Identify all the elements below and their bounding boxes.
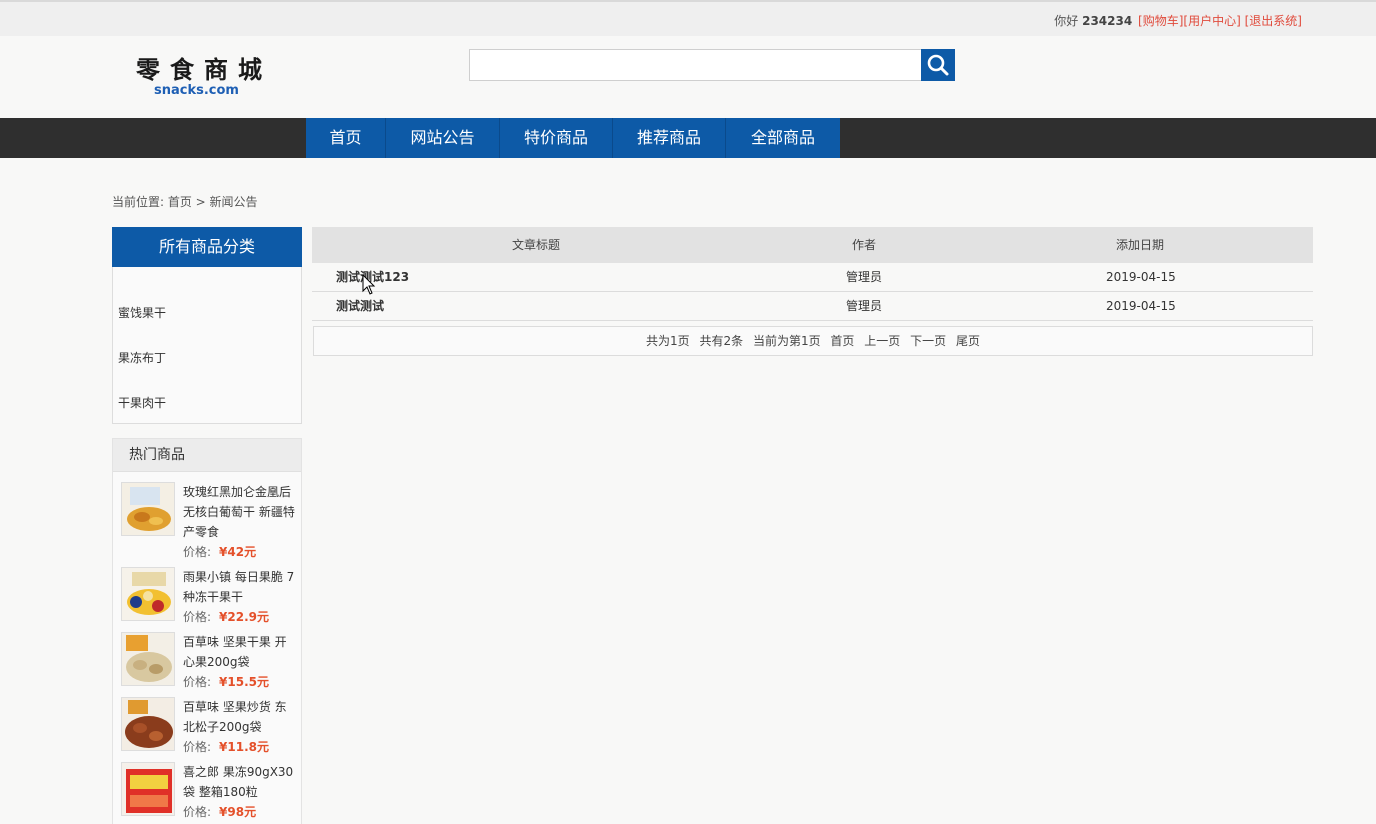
article-title-link[interactable]: 测试测试 (336, 292, 384, 321)
product-price: ¥11.8元 (219, 740, 270, 754)
search-icon (927, 54, 949, 76)
product-name[interactable]: 百草味 坚果炒货 东北松子200g袋 (183, 697, 297, 737)
product-thumbnail[interactable] (121, 762, 175, 816)
announcement-table: 文章标题 作者 添加日期 测试测试123 管理员 2019-04-15 测试测试… (312, 227, 1313, 321)
product-price: ¥15.5元 (219, 675, 270, 689)
price-label: 价格: (183, 805, 212, 819)
hot-product-item[interactable]: 百草味 坚果炒货 东北松子200g袋 价格: ¥11.8元 (121, 697, 297, 757)
category-item[interactable]: 果冻布丁 (118, 349, 166, 366)
hot-product-item[interactable]: 玫瑰红黑加仑金凰后无核白葡萄干 新疆特产零食 价格: ¥42元 (121, 482, 297, 559)
price-label: 价格: (183, 610, 212, 624)
price-label: 价格: (183, 675, 212, 689)
hot-product-item[interactable]: 喜之郎 果冻90gX30袋 整箱180粒 价格: ¥98元 (121, 762, 297, 822)
product-name[interactable]: 百草味 坚果干果 开心果200g袋 (183, 632, 297, 672)
product-name[interactable]: 喜之郎 果冻90gX30袋 整箱180粒 (183, 762, 297, 802)
category-item[interactable]: 蜜饯果干 (118, 304, 166, 321)
logout-link[interactable]: [退出系统] (1245, 14, 1302, 28)
article-author: 管理员 (846, 299, 883, 313)
top-bar: 你好 234234 [购物车][用户中心] [退出系统] (0, 0, 1376, 36)
mouse-cursor-icon (362, 274, 376, 295)
product-price: ¥42元 (219, 545, 257, 559)
nav-item-specials[interactable]: 特价商品 (500, 118, 613, 158)
breadcrumb: 当前位置: 首页 > 新闻公告 (112, 195, 258, 209)
site-logo[interactable]: 零食商城 snacks.com (136, 56, 276, 100)
article-date: 2019-04-15 (1106, 270, 1176, 284)
nav-item-all-products[interactable]: 全部商品 (726, 118, 840, 158)
user-center-link[interactable]: [用户中心] (1183, 14, 1240, 28)
hot-products-title: 热门商品 (113, 439, 301, 472)
product-thumbnail[interactable] (121, 632, 175, 686)
product-price: ¥22.9元 (219, 610, 270, 624)
column-header-date: 添加日期 (1116, 238, 1165, 252)
product-price: ¥98元 (219, 805, 257, 819)
pagination: 共为1页 共有2条 当前为第1页 首页 上一页 下一页 尾页 (313, 326, 1313, 356)
search-input[interactable] (469, 49, 921, 81)
total-pages: 共为1页 (646, 334, 690, 348)
product-name[interactable]: 雨果小镇 每日果脆 7种冻干果干 (183, 567, 297, 607)
search-button[interactable] (921, 49, 955, 81)
category-panel-title: 所有商品分类 (112, 227, 302, 267)
product-thumbnail[interactable] (121, 567, 175, 621)
category-item[interactable]: 干果肉干 (118, 394, 166, 411)
column-header-title: 文章标题 (512, 238, 561, 252)
total-records: 共有2条 (699, 334, 744, 348)
first-page-link[interactable]: 首页 (830, 334, 854, 348)
category-panel: 所有商品分类 蜜饯果干 果冻布丁 干果肉干 (112, 227, 302, 424)
table-row: 测试测试123 管理员 2019-04-15 (312, 263, 1313, 292)
price-label: 价格: (183, 545, 212, 559)
column-header-author: 作者 (852, 238, 877, 252)
article-date: 2019-04-15 (1106, 299, 1176, 313)
nav-item-announcements[interactable]: 网站公告 (386, 118, 500, 158)
table-row: 测试测试 管理员 2019-04-15 (312, 292, 1313, 321)
product-thumbnail[interactable] (121, 697, 175, 751)
current-page: 当前为第1页 (752, 334, 821, 348)
hot-product-item[interactable]: 雨果小镇 每日果脆 7种冻干果干 价格: ¥22.9元 (121, 567, 297, 627)
nav-item-home[interactable]: 首页 (306, 118, 386, 158)
greeting-text: 你好 (1054, 14, 1079, 28)
user-links: 你好 234234 [购物车][用户中心] [退出系统] (1054, 12, 1302, 29)
hot-product-item[interactable]: 百草味 坚果干果 开心果200g袋 价格: ¥15.5元 (121, 632, 297, 692)
price-label: 价格: (183, 740, 212, 754)
last-page-link[interactable]: 尾页 (956, 334, 980, 348)
username: 234234 (1082, 14, 1133, 28)
article-author: 管理员 (846, 270, 883, 284)
logo-english-text: snacks.com (154, 83, 239, 98)
hot-products-panel: 热门商品 玫瑰红黑加仑金凰后无核白葡萄干 新疆特产零食 价格: ¥42元 雨果小镇… (112, 438, 302, 824)
next-page-link[interactable]: 下一页 (910, 334, 946, 348)
product-thumbnail[interactable] (121, 482, 175, 536)
product-name[interactable]: 玫瑰红黑加仑金凰后无核白葡萄干 新疆特产零食 (183, 482, 297, 542)
main-navbar: 首页 网站公告 特价商品 推荐商品 全部商品 (0, 118, 1376, 158)
table-header: 文章标题 作者 添加日期 (312, 227, 1313, 263)
nav-item-recommended[interactable]: 推荐商品 (613, 118, 726, 158)
logo-chinese-text: 零食商城 (136, 55, 272, 84)
prev-page-link[interactable]: 上一页 (864, 334, 900, 348)
nav-menu: 首页 网站公告 特价商品 推荐商品 全部商品 (306, 118, 840, 158)
search-bar (469, 49, 955, 81)
cart-link[interactable]: [购物车] (1138, 14, 1183, 28)
